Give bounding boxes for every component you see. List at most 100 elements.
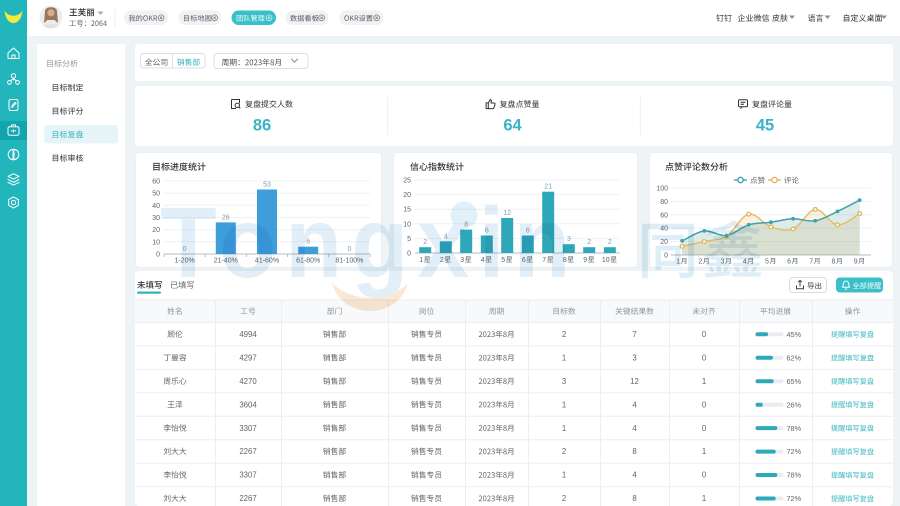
svg-text:4270: 4270: [239, 377, 257, 386]
svg-text:1: 1: [562, 400, 566, 409]
svg-text:80: 80: [660, 199, 668, 206]
svg-text:53: 53: [263, 182, 271, 189]
svg-text:45%: 45%: [787, 330, 802, 339]
svg-text:60: 60: [660, 212, 668, 219]
svg-text:0: 0: [156, 252, 160, 259]
svg-text:21: 21: [544, 184, 552, 191]
svg-text:3: 3: [721, 259, 725, 266]
svg-text:2: 2: [562, 494, 566, 503]
svg-text:100: 100: [656, 186, 668, 193]
svg-text:10: 10: [152, 239, 160, 246]
svg-text:3: 3: [460, 257, 464, 264]
svg-text:10: 10: [602, 257, 610, 264]
svg-text:0: 0: [702, 354, 707, 363]
svg-text:4297: 4297: [239, 354, 256, 363]
svg-text:8: 8: [563, 257, 567, 264]
svg-text:72%: 72%: [787, 494, 802, 503]
svg-text:78%: 78%: [787, 471, 802, 480]
svg-text:4: 4: [444, 233, 448, 240]
svg-text:12: 12: [630, 377, 639, 386]
svg-text:78%: 78%: [787, 424, 802, 433]
svg-text:9: 9: [583, 257, 587, 264]
svg-text:20: 20: [152, 227, 160, 234]
svg-text:0: 0: [347, 246, 351, 253]
svg-text:6: 6: [522, 257, 526, 264]
svg-text:0: 0: [407, 251, 411, 258]
svg-text:4: 4: [632, 400, 637, 409]
svg-text:4994: 4994: [239, 330, 257, 339]
svg-text:5: 5: [765, 259, 769, 266]
svg-text:25: 25: [403, 178, 411, 185]
svg-text:81-100%: 81-100%: [335, 258, 363, 265]
svg-text:6: 6: [526, 228, 530, 235]
svg-text:0: 0: [183, 246, 187, 253]
svg-text:8: 8: [832, 259, 836, 266]
svg-text:2: 2: [562, 447, 566, 456]
svg-text:8: 8: [632, 447, 636, 456]
svg-text:45: 45: [756, 117, 774, 135]
svg-text:20: 20: [660, 239, 668, 246]
svg-text:2: 2: [423, 239, 427, 246]
svg-text:6: 6: [306, 239, 310, 246]
svg-text:64: 64: [503, 117, 522, 135]
svg-text:2: 2: [440, 257, 444, 264]
svg-text:30: 30: [152, 215, 160, 222]
svg-text:21-40%: 21-40%: [214, 258, 238, 265]
svg-text:1: 1: [702, 494, 706, 503]
svg-text:1: 1: [702, 447, 706, 456]
svg-text:7: 7: [809, 259, 813, 266]
svg-text:2: 2: [698, 259, 702, 266]
svg-text:40: 40: [660, 226, 668, 233]
svg-text:1-20%: 1-20%: [174, 258, 194, 265]
svg-text:1: 1: [562, 471, 566, 480]
svg-text:1: 1: [676, 259, 680, 266]
svg-text:72%: 72%: [787, 447, 802, 456]
svg-text:6: 6: [485, 228, 489, 235]
svg-text:7: 7: [542, 257, 546, 264]
svg-text:60: 60: [152, 179, 160, 186]
svg-text:40: 40: [152, 203, 160, 210]
svg-text:61-80%: 61-80%: [296, 258, 320, 265]
svg-text:3: 3: [632, 354, 636, 363]
svg-text:62%: 62%: [787, 354, 802, 363]
svg-text:65%: 65%: [787, 377, 802, 386]
svg-text:3307: 3307: [239, 424, 256, 433]
svg-text:50: 50: [152, 191, 160, 198]
svg-text:4: 4: [481, 257, 485, 264]
svg-text:2: 2: [608, 239, 612, 246]
svg-text:9: 9: [854, 259, 858, 266]
svg-text:2: 2: [562, 330, 566, 339]
svg-text:2267: 2267: [239, 447, 256, 456]
svg-text:3604: 3604: [239, 400, 257, 409]
svg-text:26%: 26%: [787, 400, 802, 409]
svg-text:41-60%: 41-60%: [255, 258, 279, 265]
svg-text:7: 7: [632, 330, 636, 339]
svg-text:8: 8: [632, 494, 636, 503]
svg-text:86: 86: [253, 117, 271, 135]
svg-text:10: 10: [403, 221, 411, 228]
svg-text:0: 0: [702, 471, 707, 480]
svg-text:1: 1: [702, 377, 706, 386]
svg-text:4: 4: [743, 259, 747, 266]
svg-text:5: 5: [407, 236, 411, 243]
svg-text:0: 0: [702, 400, 707, 409]
svg-text:4: 4: [632, 424, 637, 433]
svg-text:0: 0: [702, 330, 707, 339]
svg-text:2: 2: [587, 239, 591, 246]
svg-text:26: 26: [222, 214, 230, 221]
svg-text:1: 1: [419, 257, 423, 264]
svg-text:1: 1: [562, 424, 566, 433]
svg-text:3: 3: [562, 377, 566, 386]
svg-text:8: 8: [464, 222, 468, 229]
svg-text:3307: 3307: [239, 471, 256, 480]
svg-text:5: 5: [501, 257, 505, 264]
svg-text:2267: 2267: [239, 494, 256, 503]
svg-text:0: 0: [702, 424, 707, 433]
svg-text:20: 20: [403, 192, 411, 199]
svg-text:4: 4: [632, 471, 637, 480]
svg-text:12: 12: [503, 210, 511, 217]
svg-text:0: 0: [664, 253, 668, 260]
svg-text:6: 6: [787, 259, 791, 266]
svg-text:3: 3: [567, 236, 571, 243]
svg-text:1: 1: [562, 354, 566, 363]
